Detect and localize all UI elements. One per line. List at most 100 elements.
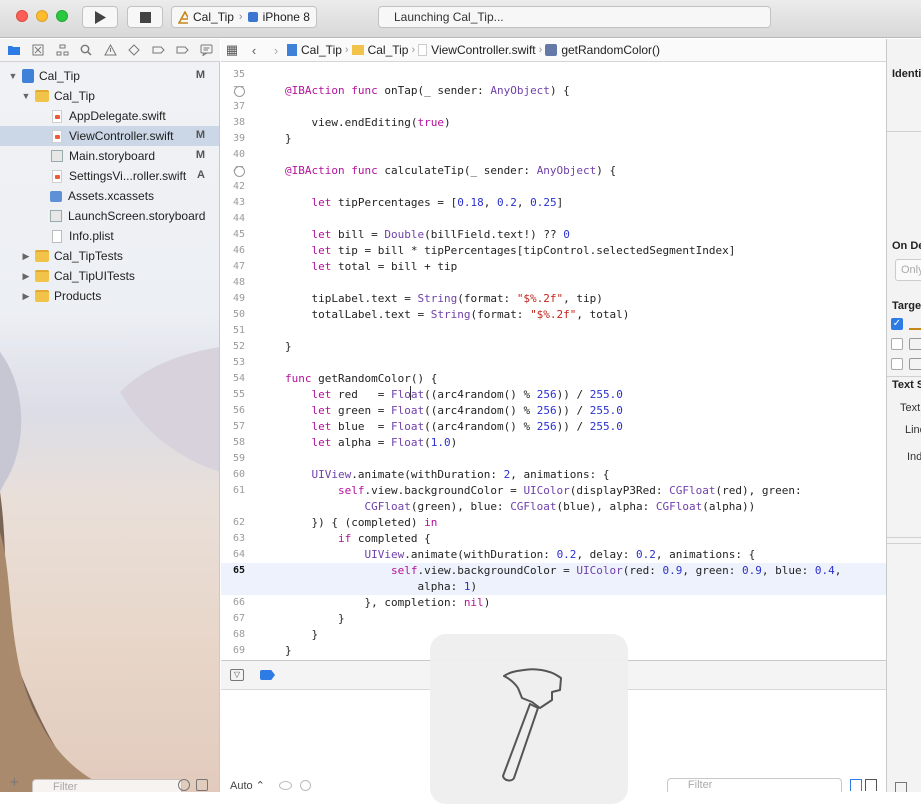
code-line[interactable]: 45 let bill = Double(billField.text!) ??… [221,227,886,243]
report-navigator-icon[interactable] [199,43,213,57]
tree-label: Cal_Tip [39,69,80,83]
warning-icon[interactable] [103,43,117,57]
debug-navigator-icon[interactable] [151,43,165,57]
divider [887,543,921,544]
code-line[interactable]: 60 UIView.animate(withDuration: 2, anima… [221,467,886,483]
code-line[interactable]: 58 let alpha = Float(1.0) [221,435,886,451]
minimize-window-button[interactable] [36,10,48,22]
breakpoint-navigator-icon[interactable] [175,43,189,57]
breadcrumb-file[interactable]: ViewController.swift [431,43,535,57]
breadcrumb-method[interactable]: getRandomColor() [561,43,660,57]
ibaction-connection-circle-icon[interactable] [234,86,245,97]
code-line[interactable]: 35 [221,67,886,83]
line-number: 62 [232,517,245,528]
source-control-icon[interactable] [31,43,45,57]
symbol-navigator-icon[interactable] [55,43,69,57]
tree-row-file[interactable]: Info.plist [0,226,219,246]
navigator-filter-field[interactable]: Filter [32,779,182,792]
disclosure-closed-icon[interactable]: ▶ [21,291,31,302]
tree-row-file[interactable]: SettingsVi...roller.swift A [0,166,219,186]
info-icon[interactable] [299,779,311,791]
forward-arrow-icon[interactable]: › [265,43,287,58]
breadcrumb-group[interactable]: Cal_Tip [368,43,409,57]
code-line[interactable]: 44 [221,211,886,227]
tree-row-group[interactable]: ▶ Products [0,286,219,306]
tree-row-group[interactable]: ▶ Cal_TipTests [0,246,219,266]
code-line[interactable]: 66 }, completion: nil) [221,595,886,611]
eye-icon[interactable] [278,780,292,790]
code-lines[interactable]: 35 36@IBAction func onTap(_ sender: AnyOb… [221,67,886,659]
stop-button[interactable] [127,6,163,28]
tree-row-group[interactable]: ▼ Cal_Tip [0,86,219,106]
add-icon[interactable]: + [10,774,19,791]
disclosure-closed-icon[interactable]: ▶ [21,251,31,262]
back-arrow-icon[interactable]: ‹ [243,43,265,58]
code-line[interactable]: 67 } [221,611,886,627]
filter-modified-icon[interactable] [196,779,208,791]
code-line[interactable]: 52} [221,339,886,355]
code-line[interactable]: 40 [221,147,886,163]
variables-scope-selector[interactable]: Auto ⌃ [230,779,265,792]
target-checkbox[interactable] [891,338,903,350]
run-button[interactable] [82,6,118,28]
tree-row-file[interactable]: LaunchScreen.storyboard [0,206,219,226]
code-line[interactable]: 41@IBAction func calculateTip(_ sender: … [221,163,886,179]
tree-row-project[interactable]: ▼ Cal_Tip M [0,66,219,86]
scheme-selector[interactable]: Cal_Tip › iPhone 8 [171,6,317,28]
ibaction-connection-circle-icon[interactable] [234,166,245,177]
code-line[interactable]: 49 tipLabel.text = String(format: "$%.2f… [221,291,886,307]
tree-row-file-selected[interactable]: ViewController.swift M [0,126,219,146]
code-line[interactable]: 57 let blue = Float((arc4random() % 256)… [221,419,886,435]
code-line[interactable]: 63 if completed { [221,531,886,547]
console-view-icon[interactable] [864,779,877,791]
test-navigator-icon[interactable] [127,43,141,57]
tree-row-file[interactable]: Assets.xcassets [0,186,219,206]
hide-debug-area-icon[interactable]: ▽ [230,669,244,681]
tree-row-group[interactable]: ▶ Cal_TipUITests [0,266,219,286]
code-line[interactable]: 46 let tip = bill * tipPercentages[tipCo… [221,243,886,259]
target-checkbox[interactable] [891,358,903,370]
code-line[interactable]: 61 self.view.backgroundColor = UIColor(d… [221,483,886,499]
code-line[interactable]: 53 [221,355,886,371]
code-line[interactable]: 38 view.endEditing(true) [221,115,886,131]
source-editor[interactable]: 35 36@IBAction func onTap(_ sender: AnyOb… [221,62,886,660]
code-line[interactable]: 37 [221,99,886,115]
tree-row-file[interactable]: AppDelegate.swift [0,106,219,126]
disclosure-closed-icon[interactable]: ▶ [21,271,31,282]
code-line[interactable]: 48 [221,275,886,291]
code-line[interactable]: 55 let red = Float((arc4random() % 256))… [221,387,886,403]
code-line[interactable]: CGFloat(green), blue: CGFloat(blue), alp… [221,499,886,515]
tree-row-file[interactable]: Main.storyboard M [0,146,219,166]
on-demand-tags-field[interactable]: Only [895,259,921,281]
breadcrumb-project[interactable]: Cal_Tip [301,43,342,57]
code-line[interactable]: 47 let total = bill + tip [221,259,886,275]
target-checkbox-checked[interactable]: ✓ [891,318,903,330]
disclosure-open-icon[interactable]: ▼ [8,71,18,81]
project-navigator-folder-icon[interactable] [7,43,21,57]
code-line[interactable]: 39} [221,131,886,147]
code-line[interactable]: 59 [221,451,886,467]
code-line[interactable]: 36@IBAction func onTap(_ sender: AnyObje… [221,83,886,99]
code-line[interactable]: 65 self.view.backgroundColor = UIColor(r… [221,563,886,579]
library-grid-icon[interactable] [895,782,907,792]
code-text: } [285,340,292,353]
disclosure-open-icon[interactable]: ▼ [21,91,31,101]
code-line[interactable]: 56 let green = Float((arc4random() % 256… [221,403,886,419]
code-line[interactable]: 64 UIView.animate(withDuration: 0.2, del… [221,547,886,563]
close-window-button[interactable] [16,10,28,22]
console-filter-field[interactable]: Filter [666,778,842,792]
code-line[interactable]: 42 [221,179,886,195]
related-items-grid-icon[interactable]: ▦ [221,42,243,58]
code-line[interactable]: 62 }) { (completed) in [221,515,886,531]
code-line[interactable]: 43 let tipPercentages = [0.18, 0.2, 0.25… [221,195,886,211]
code-line[interactable]: alpha: 1) [221,579,886,595]
code-line[interactable]: 51 [221,323,886,339]
code-line[interactable]: 50 totalLabel.text = String(format: "$%.… [221,307,886,323]
search-icon[interactable] [79,43,93,57]
breakpoints-toggle-icon[interactable] [260,670,275,680]
line-number: 38 [232,117,245,128]
recent-files-icon[interactable] [178,779,190,791]
split-view-icon[interactable] [849,779,862,791]
zoom-window-button[interactable] [56,10,68,22]
code-line[interactable]: 54 func getRandomColor() { [221,371,886,387]
